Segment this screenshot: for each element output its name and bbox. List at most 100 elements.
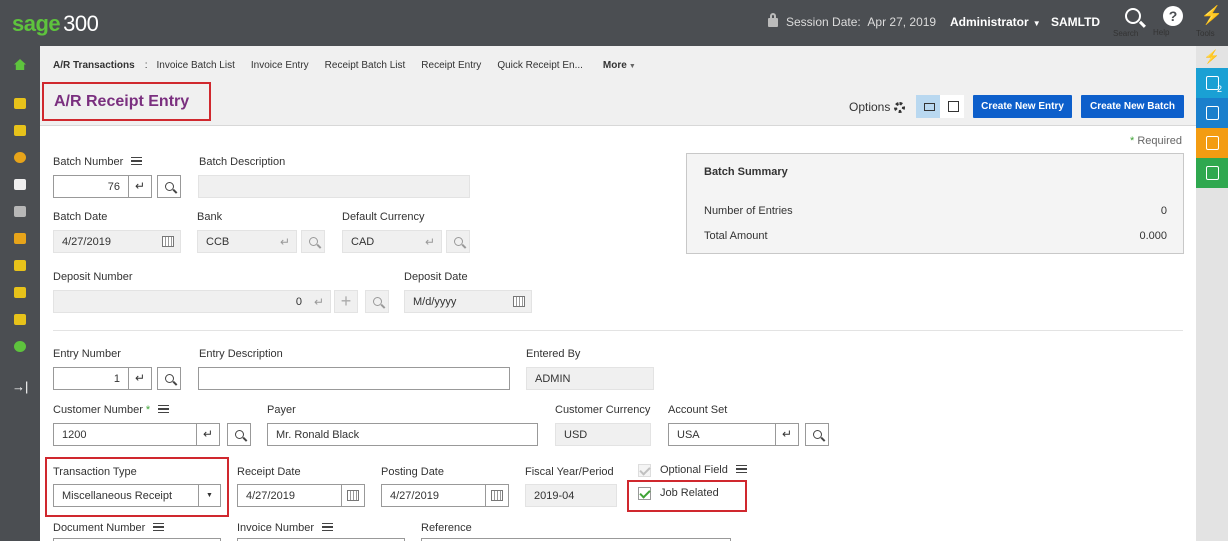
full-view-button[interactable] <box>940 95 964 118</box>
bank-icon[interactable] <box>12 178 28 192</box>
create-new-entry-button[interactable]: Create New Entry <box>973 95 1072 118</box>
breadcrumb-quick-receipt-entry[interactable]: Quick Receipt En... <box>497 60 583 71</box>
batch-number-input[interactable]: 76 <box>53 175 129 198</box>
customer-number-input[interactable]: 1200 <box>53 423 197 446</box>
deposit-number-input[interactable]: 0 ↵ <box>53 290 331 313</box>
entry-number-input[interactable]: 1 <box>53 367 129 390</box>
breadcrumb-receipt-batch-list[interactable]: Receipt Batch List <box>325 60 406 71</box>
view-toggle <box>916 95 964 118</box>
inventory-icon[interactable] <box>12 313 28 327</box>
chevron-down-icon: ▼ <box>198 485 220 506</box>
tax-icon[interactable] <box>12 340 28 354</box>
default-currency-input[interactable]: CAD ↵ <box>342 230 442 253</box>
user-menu[interactable]: Administrator ▼ <box>950 15 1041 29</box>
expand-sidebar-icon[interactable]: →| <box>12 380 28 394</box>
entry-description-input[interactable] <box>198 367 510 390</box>
page-header: A/R Transactions: Invoice Batch List Invoi… <box>40 46 1196 126</box>
customers-icon[interactable] <box>12 151 28 165</box>
account-set-input[interactable]: USA <box>668 423 776 446</box>
breadcrumb-more-menu[interactable]: More ▼ <box>603 60 636 71</box>
account-set-go-button[interactable]: ↵ <box>775 423 799 446</box>
reference-label: Reference <box>421 522 472 534</box>
recent-windows-button[interactable] <box>1196 98 1228 128</box>
number-of-entries-value: 0 <box>1160 205 1167 217</box>
breadcrumb-invoice-batch-list[interactable]: Invoice Batch List <box>156 60 234 71</box>
menu-icon[interactable] <box>131 157 143 165</box>
customer-number-go-button[interactable]: ↵ <box>196 423 220 446</box>
batch-summary-title: Batch Summary <box>704 166 788 178</box>
breadcrumb: A/R Transactions: Invoice Batch List Invoi… <box>53 60 636 71</box>
batch-number-finder-button[interactable] <box>157 175 181 198</box>
menu-icon[interactable] <box>322 523 334 531</box>
invoice-number-label: Invoice Number <box>237 522 334 534</box>
default-currency-finder-button[interactable] <box>446 230 470 253</box>
enter-icon: ↵ <box>202 427 214 441</box>
general-ledger-icon[interactable] <box>12 97 28 111</box>
help-button[interactable]: ? Help <box>1153 6 1193 37</box>
customer-currency-input: USD <box>555 423 651 446</box>
breadcrumb-receipt-entry[interactable]: Receipt Entry <box>421 60 481 71</box>
entry-number-label: Entry Number <box>53 348 121 360</box>
tools-rail: ⚡ Tools ⚡ 2 <box>1196 0 1228 541</box>
breadcrumb-invoice-entry[interactable]: Invoice Entry <box>251 60 309 71</box>
entry-number-finder-button[interactable] <box>157 367 181 390</box>
compact-view-button[interactable] <box>916 95 940 118</box>
required-note: * Required <box>1130 135 1182 147</box>
payer-input[interactable]: Mr. Ronald Black <box>267 423 538 446</box>
home-icon[interactable] <box>12 58 28 72</box>
calendar-icon[interactable] <box>162 236 174 247</box>
menu-icon[interactable] <box>735 465 747 473</box>
session-date[interactable]: Session Date: Apr 27, 2019 <box>768 13 936 29</box>
search-icon <box>1125 8 1141 24</box>
deposit-date-input[interactable]: M/d/yyyy <box>404 290 532 313</box>
enter-icon: ↵ <box>279 235 290 249</box>
options-menu[interactable]: Options <box>849 100 906 114</box>
caret-down-icon: ▼ <box>1032 19 1041 28</box>
lightning-icon: ⚡ <box>1200 5 1224 25</box>
optional-field-label: Optional Field <box>660 464 747 476</box>
enter-icon: ↵ <box>781 427 793 441</box>
menu-icon[interactable] <box>153 523 165 531</box>
add-deposit-button[interactable]: + <box>334 290 358 313</box>
bank-finder-button[interactable] <box>301 230 325 253</box>
tasks-icon[interactable] <box>12 259 28 273</box>
batch-description-input[interactable] <box>198 175 470 198</box>
orders-icon[interactable] <box>12 286 28 300</box>
sage-logo[interactable]: sage 300 <box>12 11 99 37</box>
company-icon[interactable] <box>12 205 28 219</box>
receivables-icon[interactable] <box>12 124 28 138</box>
create-new-batch-button[interactable]: Create New Batch <box>1081 95 1184 118</box>
receipt-date-label: Receipt Date <box>237 466 301 478</box>
company-name[interactable]: SAMLTD <box>1051 15 1100 29</box>
calendar-icon[interactable] <box>513 296 525 307</box>
deposit-finder-button[interactable] <box>365 290 389 313</box>
bank-input[interactable]: CCB ↵ <box>197 230 297 253</box>
optional-field-checkbox <box>638 464 651 477</box>
search-icon <box>453 237 463 246</box>
search-button[interactable]: Search <box>1113 6 1153 38</box>
batch-summary-panel: Batch Summary Number of Entries 0 Total … <box>686 153 1184 254</box>
reports-button[interactable] <box>1196 128 1228 158</box>
plus-icon: + <box>340 291 352 311</box>
windows-button[interactable]: 2 <box>1196 68 1228 98</box>
account-set-finder-button[interactable] <box>805 423 829 446</box>
batch-description-label: Batch Description <box>199 156 286 168</box>
batch-date-input[interactable]: 4/27/2019 <box>53 230 181 253</box>
deposit-number-label: Deposit Number <box>53 271 133 283</box>
receipt-date-calendar-button[interactable] <box>341 484 365 507</box>
enter-icon: ↵ <box>424 235 435 249</box>
tools-button[interactable]: ⚡ Tools <box>1196 0 1228 46</box>
posting-date-calendar-button[interactable] <box>485 484 509 507</box>
transaction-type-select[interactable]: Miscellaneous Receipt ▼ <box>53 484 221 507</box>
job-related-checkbox[interactable] <box>638 487 651 500</box>
customer-finder-button[interactable] <box>227 423 251 446</box>
purchase-icon[interactable] <box>12 232 28 246</box>
entered-by-input: ADMIN <box>526 367 654 390</box>
entry-number-go-button[interactable]: ↵ <box>128 367 152 390</box>
breadcrumb-root[interactable]: A/R Transactions <box>53 60 135 71</box>
enter-icon: ↵ <box>313 295 324 309</box>
quick-actions-icon[interactable]: ⚡ <box>1196 46 1228 68</box>
menu-icon[interactable] <box>158 405 170 413</box>
excel-button[interactable] <box>1196 158 1228 188</box>
batch-number-go-button[interactable]: ↵ <box>128 175 152 198</box>
